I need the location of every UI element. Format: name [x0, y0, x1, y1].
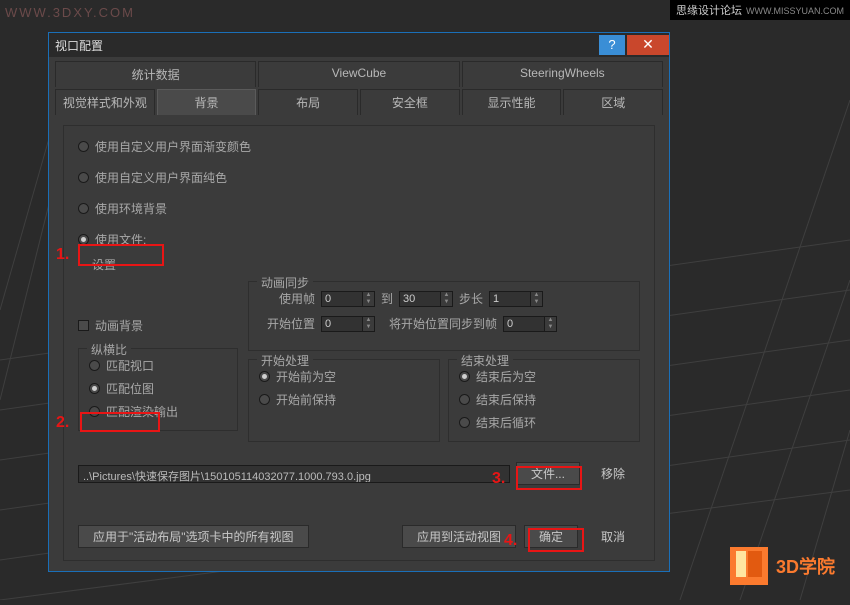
tab-display-perf[interactable]: 显示性能: [462, 89, 562, 115]
spinner-sync-start[interactable]: ▲▼: [503, 316, 557, 332]
radio-match-bitmap[interactable]: 匹配位图: [89, 380, 227, 397]
group-anim-sync: 动画同步 使用帧 ▲▼ 到 ▲▼ 步长 ▲▼ 开始位置 ▲▼ 将开始位: [248, 281, 640, 351]
radio-icon: [89, 406, 100, 417]
tab-viewcube[interactable]: ViewCube: [258, 61, 459, 87]
tab-layout[interactable]: 布局: [258, 89, 358, 115]
radio-solid[interactable]: 使用自定义用户界面纯色: [78, 169, 640, 186]
tab-visual-style[interactable]: 视觉样式和外观: [55, 89, 155, 115]
tab-statistics[interactable]: 统计数据: [55, 61, 256, 87]
apply-all-button[interactable]: 应用于"活动布局"选项卡中的所有视图: [78, 525, 309, 548]
cancel-button[interactable]: 取消: [586, 525, 640, 548]
radio-start-blank[interactable]: 开始前为空: [259, 368, 429, 385]
dialog-title: 视口配置: [49, 37, 599, 54]
radio-icon: [459, 371, 470, 382]
radio-icon: [459, 417, 470, 428]
radio-end-loop[interactable]: 结束后循环: [459, 414, 629, 431]
apply-active-button[interactable]: 应用到活动视图: [402, 525, 516, 548]
radio-icon: [459, 394, 470, 405]
radio-end-hold[interactable]: 结束后保持: [459, 391, 629, 408]
watermark-top-right: 思缘设计论坛WWW.MISSYUAN.COM: [670, 0, 850, 20]
browse-file-button[interactable]: 文件...: [516, 462, 580, 485]
radio-use-file[interactable]: 使用文件:: [78, 231, 640, 248]
remove-file-button[interactable]: 移除: [586, 462, 640, 485]
radio-gradient[interactable]: 使用自定义用户界面渐变颜色: [78, 138, 640, 155]
radio-end-blank[interactable]: 结束后为空: [459, 368, 629, 385]
titlebar[interactable]: 视口配置 ? ✕: [49, 33, 669, 57]
radio-icon: [259, 394, 270, 405]
tab-steeringwheels[interactable]: SteeringWheels: [462, 61, 663, 87]
close-button[interactable]: ✕: [627, 35, 669, 55]
radio-icon: [259, 371, 270, 382]
tab-regions[interactable]: 区域: [563, 89, 663, 115]
viewport-config-dialog: 视口配置 ? ✕ 统计数据 ViewCube SteeringWheels 视觉…: [48, 32, 670, 572]
tab-safeframe[interactable]: 安全框: [360, 89, 460, 115]
annotation-3: 3.: [492, 470, 505, 488]
group-end-proc: 结束处理 结束后为空 结束后保持 结束后循环: [448, 359, 640, 442]
radio-icon: [78, 172, 89, 183]
radio-icon: [89, 383, 100, 394]
radio-environment[interactable]: 使用环境背景: [78, 200, 640, 217]
ok-button[interactable]: 确定: [524, 525, 578, 548]
filepath-display: ..\Pictures\快速保存图片\150105114032077.1000.…: [78, 465, 510, 483]
checkbox-anim-bg[interactable]: 动画背景: [78, 317, 238, 334]
tab-strip: 统计数据 ViewCube SteeringWheels 视觉样式和外观 背景 …: [49, 57, 669, 115]
annotation-4: 4.: [504, 532, 517, 550]
annotation-2: 2.: [56, 414, 69, 432]
radio-icon: [89, 360, 100, 371]
help-button[interactable]: ?: [599, 35, 625, 55]
tab-background[interactable]: 背景: [157, 89, 257, 115]
spinner-use-frame[interactable]: ▲▼: [321, 291, 375, 307]
checkbox-icon: [78, 320, 89, 331]
radio-match-viewport[interactable]: 匹配视口: [89, 357, 227, 374]
group-start-proc: 开始处理 开始前为空 开始前保持: [248, 359, 440, 442]
group-aspect: 纵横比 匹配视口 匹配位图 匹配渲染输出: [78, 348, 238, 431]
radio-icon: [78, 234, 89, 245]
setup-label: 设置: [92, 256, 640, 273]
watermark-bottom-right: 3D学院: [730, 547, 835, 585]
spinner-start-pos[interactable]: ▲▼: [321, 316, 375, 332]
radio-icon: [78, 141, 89, 152]
radio-icon: [78, 203, 89, 214]
radio-start-hold[interactable]: 开始前保持: [259, 391, 429, 408]
spinner-step[interactable]: ▲▼: [489, 291, 543, 307]
annotation-1: 1.: [56, 246, 69, 264]
radio-match-render[interactable]: 匹配渲染输出: [89, 403, 227, 420]
background-panel: 使用自定义用户界面渐变颜色 使用自定义用户界面纯色 使用环境背景 使用文件: 设…: [63, 125, 655, 561]
spinner-to[interactable]: ▲▼: [399, 291, 453, 307]
watermark-top-left: WWW.3DXY.COM: [5, 5, 135, 20]
